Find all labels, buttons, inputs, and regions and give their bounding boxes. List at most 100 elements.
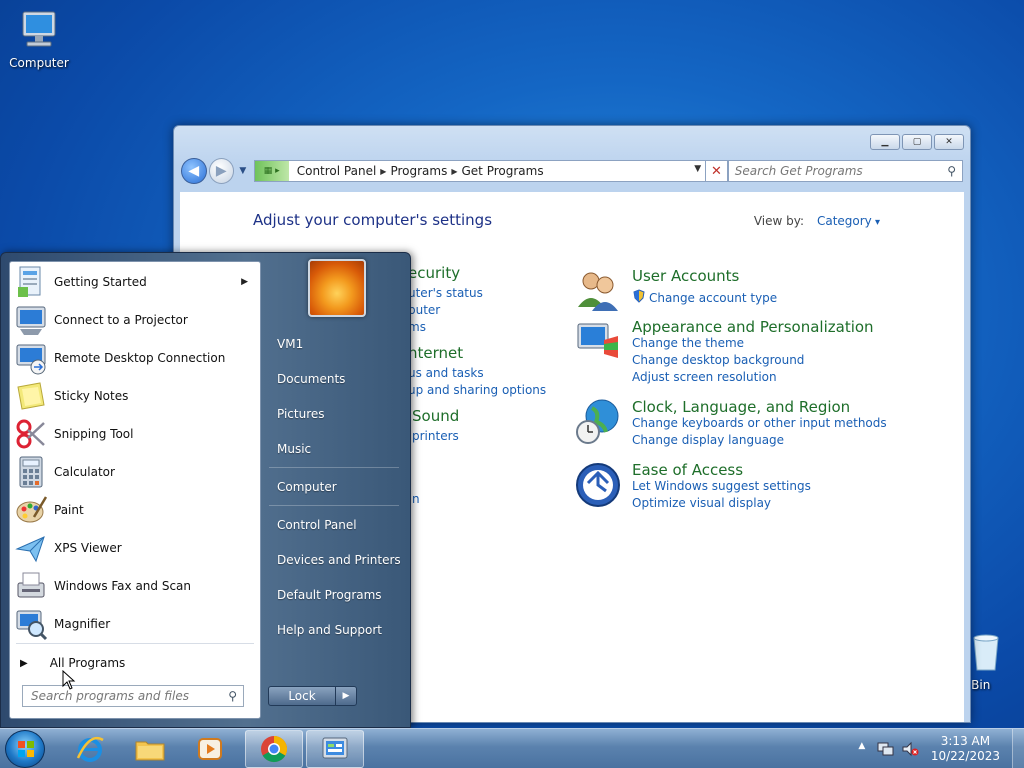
program-label: Remote Desktop Connection [54, 351, 226, 365]
start-item-user-folder[interactable]: VM1 [277, 337, 303, 351]
recent-pages-button[interactable]: ▼ [236, 166, 250, 176]
user-avatar[interactable] [308, 259, 366, 317]
start-search-placeholder: Search programs and files [31, 689, 189, 703]
category-title[interactable]: Sound [412, 407, 459, 425]
program-label: Windows Fax and Scan [54, 579, 192, 593]
shield-icon [632, 289, 646, 306]
program-calculator[interactable]: Calculator [12, 454, 258, 490]
category-title[interactable]: Ease of Access [632, 461, 743, 479]
category-link[interactable]: Optimize visual display [632, 496, 771, 510]
program-magnifier[interactable]: Magnifier [12, 606, 258, 642]
start-button[interactable] [5, 730, 45, 768]
program-label: XPS Viewer [54, 541, 122, 555]
change-account-type-link[interactable]: Change account type [632, 289, 777, 306]
category-link[interactable]: printers [412, 429, 459, 443]
system-tray: ▲ 3:13 AM 10/22/2023 [853, 729, 1024, 768]
category-link[interactable]: puter [408, 303, 440, 317]
address-bar[interactable]: ▦ ▸ Control Panel ▶ Programs ▶ Get Progr… [253, 160, 707, 182]
taskbar-media-player[interactable] [181, 730, 239, 768]
category-title[interactable]: nternet [408, 344, 463, 362]
program-paint[interactable]: Paint [12, 492, 258, 528]
divider [269, 467, 399, 468]
minimize-button[interactable]: ▁ [870, 134, 900, 150]
program-sticky-notes[interactable]: Sticky Notes [12, 378, 258, 414]
stop-icon[interactable]: ✕ [706, 160, 728, 182]
program-snipping-tool[interactable]: Snipping Tool [12, 416, 258, 452]
program-fax-scan[interactable]: Windows Fax and Scan [12, 568, 258, 604]
desktop-computer-icon[interactable]: Computer [4, 8, 74, 70]
search-icon[interactable]: ⚲ [947, 164, 956, 178]
search-placeholder: Search Get Programs [734, 164, 863, 178]
chrome-icon [261, 735, 288, 763]
globe-clock-icon[interactable] [574, 398, 622, 446]
category-title[interactable]: User Accounts [632, 267, 739, 285]
scissors-icon [14, 417, 48, 451]
program-label: Sticky Notes [54, 389, 129, 403]
breadcrumb-get-programs[interactable]: Get Programs [458, 164, 548, 178]
category-link[interactable]: Let Windows suggest settings [632, 479, 811, 493]
category-title[interactable]: Appearance and Personalization [632, 318, 874, 336]
clock[interactable]: 3:13 AM 10/22/2023 [931, 734, 1000, 764]
close-button[interactable]: ✕ [934, 134, 964, 150]
start-item-control-panel[interactable]: Control Panel [277, 518, 357, 532]
expand-arrow-icon: ▶ [20, 657, 28, 669]
navigation-bar: ◀ ▶ ▼ ▦ ▸ Control Panel ▶ Programs ▶ Get… [181, 158, 963, 184]
category-link[interactable]: Change keyboards or other input methods [632, 416, 887, 430]
category-link[interactable]: n [412, 492, 420, 506]
all-programs-button[interactable]: ▶ All Programs [20, 656, 125, 670]
volume-muted-icon[interactable] [901, 741, 919, 757]
start-item-default-programs[interactable]: Default Programs [277, 588, 382, 602]
start-item-pictures[interactable]: Pictures [277, 407, 325, 421]
start-item-help-support[interactable]: Help and Support [277, 623, 382, 637]
desktop-computer-label: Computer [9, 56, 69, 70]
shutdown-options-arrow-icon[interactable]: ▶ [335, 686, 357, 706]
category-link[interactable]: uter's status [408, 286, 483, 300]
taskbar-chrome[interactable] [245, 730, 303, 768]
address-dropdown-icon[interactable]: ▼ [694, 164, 701, 174]
page-title: Adjust your computer's settings [253, 211, 493, 229]
program-connect-projector[interactable]: Connect to a Projector [12, 302, 258, 338]
category-link[interactable]: Adjust screen resolution [632, 370, 777, 384]
breadcrumb-control-panel[interactable]: Control Panel [293, 164, 381, 178]
start-item-documents[interactable]: Documents [277, 372, 345, 386]
show-hidden-icons-icon[interactable]: ▲ [853, 741, 871, 757]
program-remote-desktop[interactable]: Remote Desktop Connection [12, 340, 258, 376]
category-title[interactable]: ecurity [408, 264, 460, 282]
program-getting-started[interactable]: Getting Started ▶ [12, 264, 258, 300]
category-title[interactable]: Clock, Language, and Region [632, 398, 850, 416]
users-icon[interactable] [574, 267, 622, 315]
taskbar-internet-explorer[interactable] [61, 730, 119, 768]
program-label: Paint [54, 503, 84, 517]
search-input[interactable]: Search Get Programs ⚲ [727, 160, 963, 182]
program-label: Magnifier [54, 617, 111, 631]
remote-desktop-icon [14, 341, 48, 375]
category-link[interactable]: Change desktop background [632, 353, 804, 367]
taskbar-file-explorer[interactable] [121, 730, 179, 768]
submenu-arrow-icon[interactable]: ▶ [241, 277, 248, 287]
start-item-computer[interactable]: Computer [277, 480, 337, 494]
category-link[interactable]: us and tasks [408, 366, 484, 380]
category-link[interactable]: Change the theme [632, 336, 744, 350]
start-item-devices-printers[interactable]: Devices and Printers [277, 553, 401, 567]
breadcrumb-programs[interactable]: Programs [386, 164, 451, 178]
category-link[interactable]: Change display language [632, 433, 784, 447]
start-menu-programs-pane: Getting Started ▶ Connect to a Projector… [9, 261, 261, 719]
lock-button[interactable]: Lock [268, 686, 336, 706]
start-search-input[interactable]: Search programs and files ⚲ [22, 685, 244, 707]
monitor-paint-icon[interactable] [574, 318, 622, 366]
maximize-button[interactable]: ▢ [902, 134, 932, 150]
forward-button[interactable]: ▶ [208, 158, 234, 184]
taskbar-control-panel[interactable] [306, 730, 364, 768]
network-icon[interactable] [877, 741, 895, 757]
start-item-music[interactable]: Music [277, 442, 311, 456]
search-icon[interactable]: ⚲ [228, 689, 237, 703]
getting-started-icon [14, 265, 48, 299]
ease-of-access-icon[interactable] [574, 461, 622, 509]
show-desktop-button[interactable] [1012, 729, 1024, 768]
view-by-dropdown[interactable]: Category [817, 214, 880, 228]
program-xps-viewer[interactable]: XPS Viewer [12, 530, 258, 566]
back-button[interactable]: ◀ [181, 158, 207, 184]
back-arrow-icon: ◀ [188, 163, 200, 179]
category-link[interactable]: up and sharing options [408, 383, 546, 397]
paint-palette-icon [14, 493, 48, 527]
